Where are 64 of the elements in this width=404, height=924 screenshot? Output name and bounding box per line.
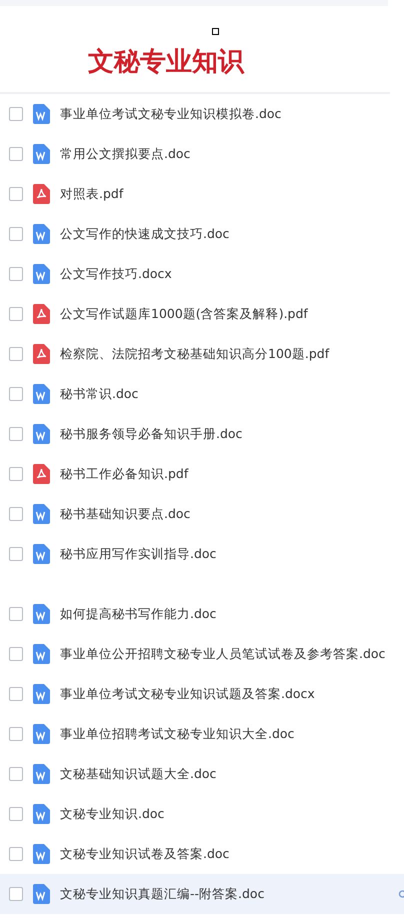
checkbox[interactable] [9,887,23,901]
checkbox[interactable] [9,507,23,521]
checkbox[interactable] [9,387,23,401]
word-icon [33,544,50,564]
checkbox[interactable] [9,767,23,781]
pdf-icon [33,304,50,324]
word-icon [33,684,50,704]
page-title: 文秘专业知识 [88,46,244,78]
file-name: 文秘专业知识真题汇编--附答案.doc [60,886,264,902]
link-icon[interactable] [398,889,404,898]
file-name: 如何提高秘书写作能力.doc [60,606,216,622]
file-name: 事业单位考试文秘专业知识模拟卷.doc [60,106,282,122]
checkbox[interactable] [9,267,23,281]
pdf-icon [33,184,50,204]
word-icon [33,884,50,904]
checkbox[interactable] [9,847,23,861]
file-name: 秘书工作必备知识.pdf [60,466,188,482]
checkbox[interactable] [9,307,23,321]
checkbox[interactable] [9,607,23,621]
file-row-highlighted[interactable]: 文秘专业知识真题汇编--附答案.doc [0,874,404,914]
checkbox[interactable] [9,727,23,741]
checkbox[interactable] [9,547,23,561]
file-name: 常用公文撰拟要点.doc [60,146,190,162]
word-icon [33,504,50,524]
word-icon [33,104,50,124]
file-name: 秘书基础知识要点.doc [60,506,190,522]
pdf-icon [33,464,50,484]
checkbox[interactable] [9,427,23,441]
word-icon [33,424,50,444]
word-icon [33,604,50,624]
word-icon [33,224,50,244]
file-name: 文秘专业知识.doc [60,806,164,822]
checkbox[interactable] [9,147,23,161]
file-name: 公文写作试题库1000题(含答案及解释).pdf [60,306,308,322]
file-name: 文秘专业知识试卷及答案.doc [60,846,230,862]
checkbox[interactable] [9,807,23,821]
word-icon [33,724,50,744]
checkbox[interactable] [9,647,23,661]
checkbox[interactable] [9,227,23,241]
checkbox[interactable] [9,467,23,481]
file-name: 秘书服务领导必备知识手册.doc [60,426,242,442]
file-name: 检察院、法院招考文秘基础知识高分100题.pdf [60,346,330,362]
file-name: 公文写作技巧.docx [60,266,172,282]
checkbox[interactable] [9,347,23,361]
word-icon [33,644,50,664]
word-icon [33,144,50,164]
file-name: 事业单位公开招聘文秘专业人员笔试试卷及参考答案.doc [60,646,386,662]
file-name: 公文写作的快速成文技巧.doc [60,226,230,242]
word-icon [33,264,50,284]
word-icon [33,844,50,864]
checkbox[interactable] [9,107,23,121]
file-name: 秘书常识.doc [60,386,138,402]
word-icon [33,764,50,784]
pdf-icon [33,344,50,364]
resize-handle[interactable] [212,28,219,35]
file-name: 事业单位招聘考试文秘专业知识大全.doc [60,726,294,742]
file-name: 文秘基础知识试题大全.doc [60,766,216,782]
file-name: 事业单位考试文秘专业知识试题及答案.docx [60,686,315,702]
file-name: 秘书应用写作实训指导.doc [60,546,216,562]
word-icon [33,804,50,824]
checkbox[interactable] [9,187,23,201]
checkbox[interactable] [9,687,23,701]
word-icon [33,384,50,404]
file-name: 对照表.pdf [60,186,124,202]
